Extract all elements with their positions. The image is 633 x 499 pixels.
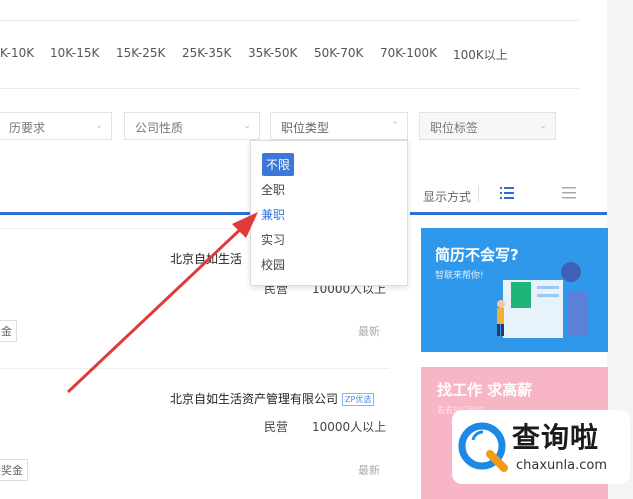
chevron-up-icon: ⌃ [391,121,399,131]
position-tags-select[interactable]: 职位标签 ⌄ [419,112,556,140]
position-type-select[interactable]: 职位类型 ⌃ [270,112,408,140]
company-name[interactable]: 北京自如生活 [170,250,242,267]
salary-option[interactable]: 25K-35K [182,46,231,60]
list-icon[interactable] [500,186,514,200]
ad-title: 找工作 求高薪 [437,381,533,399]
company-name-text: 北京自如生活资产管理有限公司 [170,392,339,406]
dropdown-option-fulltime[interactable]: 全职 [261,181,285,198]
company-type: 民营 [264,420,289,434]
magnifier-logo-icon [458,422,508,472]
company-type-select[interactable]: 公司性质 ⌄ [124,112,260,140]
dropdown-option-intern[interactable]: 实习 [261,231,285,248]
dropdown-option-unlimited[interactable]: 不限 [262,153,295,176]
chevron-down-icon: ⌄ [243,121,251,131]
company-name[interactable]: 北京自如生活资产管理有限公司 ZP优选 [170,390,375,407]
view-label: 显示方式 [423,190,472,204]
position-type-dropdown: 不限 全职 兼职 实习 校园 [250,140,408,286]
watermark-text: 查询啦 [512,421,600,454]
company-type-select-label: 公司性质 [135,121,184,135]
resume-ad-banner[interactable]: 简历不会写? 智联来帮你! [421,228,608,352]
salary-option[interactable]: 35K-50K [248,46,297,60]
salary-option[interactable]: K-10K [0,46,34,60]
benefit-tag: 金 [0,320,17,342]
list-header-bar [410,212,607,215]
divider [478,186,479,202]
position-tags-select-label: 职位标签 [430,121,479,135]
dropdown-option-parttime[interactable]: 兼职 [261,206,285,223]
watermark-url: chaxunla.com [516,458,607,473]
zp-badge: ZP优选 [342,393,375,406]
education-select-label: 历要求 [9,121,46,135]
education-select[interactable]: 历要求 ⌄ [0,112,112,140]
view-toggle: 显示方式 [410,172,607,212]
grid-icon[interactable] [562,186,576,200]
salary-option[interactable]: 70K-100K [380,46,437,60]
divider [0,88,580,89]
resume-illustration [497,262,587,338]
divider [0,368,390,369]
dropdown-option-campus[interactable]: 校园 [261,256,285,273]
salary-option[interactable]: 10K-15K [50,46,99,60]
divider [0,20,580,21]
salary-option[interactable]: 50K-70K [314,46,363,60]
benefit-tag: 奖金 [0,459,28,481]
salary-option[interactable]: 100K以上 [453,46,508,63]
watermark: 查询啦 chaxunla.com [452,410,630,484]
latest-label: 最新 [358,464,380,477]
chevron-down-icon: ⌄ [95,121,103,131]
company-size: 10000人以上 [312,420,387,434]
latest-label: 最新 [358,325,380,338]
chevron-down-icon: ⌄ [539,121,547,131]
position-type-select-label: 职位类型 [281,121,330,135]
salary-option[interactable]: 15K-25K [116,46,165,60]
